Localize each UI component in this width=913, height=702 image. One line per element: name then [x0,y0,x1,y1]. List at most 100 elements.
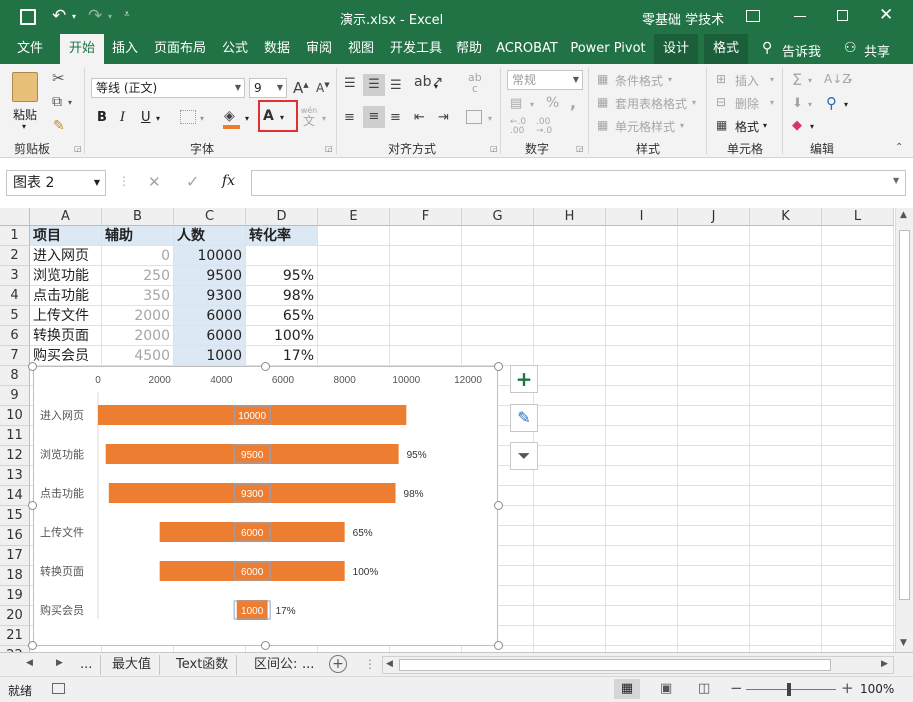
align-center-icon[interactable]: ≡ [363,106,385,128]
sheet-tab-range-formula[interactable]: 区间公: [246,655,299,675]
accounting-dropdown-icon[interactable]: ▾ [530,100,534,109]
decrease-indent-icon[interactable]: ⇤ [414,110,425,125]
vertical-scrollbar[interactable]: ▲ ▼ [895,208,913,652]
font-launcher-icon[interactable]: ◲ [325,144,333,153]
header-cell[interactable]: 辅助 [102,226,173,245]
table-cell[interactable]: 6000 [174,326,245,345]
comma-style-button[interactable]: , [570,93,576,112]
table-cell[interactable]: 100% [246,326,317,345]
row-header-4[interactable]: 4 [0,286,30,306]
clear-dropdown-icon[interactable]: ▾ [810,122,814,131]
insert-dropdown-icon[interactable]: ▾ [770,75,774,84]
fill-dropdown-icon[interactable]: ▾ [245,114,249,123]
scroll-sheets-left-icon[interactable]: ◀ [26,658,33,668]
tab-home[interactable]: 开始 [60,34,104,64]
row-header-5[interactable]: 5 [0,306,30,326]
table-cell[interactable]: 点击功能 [30,286,101,305]
row-header-21[interactable]: 21 [0,626,30,646]
format-dropdown-icon[interactable]: ▾ [763,121,767,130]
conditional-format-button[interactable]: 条件格式 [615,72,663,89]
tab-developer[interactable]: 开发工具 [384,34,448,64]
align-bottom-icon[interactable]: ☰ [390,78,402,93]
formula-input[interactable] [251,170,906,196]
table-cell[interactable]: 转换页面 [30,326,101,345]
format-cells-button[interactable]: 格式 [735,118,759,135]
font-name-combo[interactable]: 等线 (正文) ▼ [91,78,245,98]
column-header-d[interactable]: D [246,208,318,226]
copy-icon[interactable]: ⧉ [52,94,62,110]
delete-cells-button[interactable]: 删除 [735,95,759,112]
row-header-6[interactable]: 6 [0,326,30,346]
header-cell[interactable]: 人数 [174,226,245,245]
funnel-bar-chart[interactable]: 0 2000 4000 6000 8000 10000 12000 进入网页 10000 浏览功能… [33,366,498,646]
fill-icon[interactable]: ⬇ [792,96,803,111]
accounting-format-icon[interactable]: ▤ [510,96,522,111]
zoom-in-icon[interactable]: + [841,679,854,697]
tab-formulas[interactable]: 公式 [216,34,254,64]
table-cell[interactable]: 0 [102,246,173,265]
cell-styles-button[interactable]: 单元格样式 [615,118,675,135]
scroll-down-icon[interactable]: ▼ [900,638,907,648]
increase-indent-icon[interactable]: ⇥ [438,110,449,125]
paste-icon[interactable] [12,72,38,102]
align-top-icon[interactable]: ☰ [344,76,356,91]
paste-button[interactable]: 粘贴 [13,106,37,123]
tab-help[interactable]: 帮助 [452,34,486,64]
sort-dropdown-icon[interactable]: ▾ [848,76,852,85]
column-header-f[interactable]: F [390,208,462,226]
orientation-dropdown-icon[interactable]: ▾ [434,82,438,91]
fill-color-icon[interactable]: ◈ [224,108,235,124]
page-break-view-icon[interactable]: ◫ [698,681,710,696]
align-right-icon[interactable]: ≡ [390,110,401,125]
underline-button[interactable]: U [141,110,151,125]
row-header-7[interactable]: 7 [0,346,30,366]
tab-power-pivot[interactable]: Power Pivot [568,34,648,64]
table-cell[interactable]: 95% [246,266,317,285]
tab-acrobat[interactable]: ACROBAT [494,34,560,64]
italic-button[interactable]: I [120,110,125,125]
user-icon[interactable]: ⚇ [844,40,857,56]
find-dropdown-icon[interactable]: ▾ [844,100,848,109]
chart-resize-handle[interactable] [28,641,37,650]
table-cell[interactable]: 350 [102,286,173,305]
chart-filter-icon[interactable]: ⏷ [510,442,538,470]
copy-dropdown-icon[interactable]: ▾ [68,98,72,107]
scroll-up-icon[interactable]: ▲ [900,210,907,220]
tab-split-icon[interactable]: ⋮ [364,657,376,671]
insert-function-button[interactable]: fx [222,173,235,189]
font-color-button[interactable]: A [263,108,274,124]
table-cell[interactable]: 2000 [102,306,173,325]
percent-style-button[interactable]: % [546,95,559,111]
name-box[interactable]: 图表 2 ▼ [6,170,106,196]
border-dropdown-icon[interactable]: ▾ [200,114,204,123]
chart-resize-handle[interactable] [494,641,503,650]
table-cell[interactable] [246,246,317,265]
phonetic-guide-button[interactable]: wén 文 [300,104,318,127]
increase-font-icon[interactable]: A▲ [293,79,309,97]
normal-view-icon[interactable]: ▦ [614,679,640,699]
number-launcher-icon[interactable]: ◲ [576,144,584,153]
row-header-13[interactable]: 13 [0,466,30,486]
delete-dropdown-icon[interactable]: ▾ [770,98,774,107]
tab-view[interactable]: 视图 [342,34,380,64]
decrease-decimal-icon[interactable]: .00 →.0 [536,118,552,136]
increase-decimal-icon[interactable]: ←.0.00 [510,118,526,136]
customize-qat-icon[interactable]: ⩡ [124,9,130,20]
underline-dropdown-icon[interactable]: ▾ [156,114,160,123]
autosum-dropdown-icon[interactable]: ▾ [808,76,812,85]
tab-data[interactable]: 数据 [258,34,296,64]
zoom-slider-track[interactable] [746,689,836,690]
conditional-format-dropdown-icon[interactable]: ▾ [668,75,672,84]
row-header-2[interactable]: 2 [0,246,30,266]
tab-review[interactable]: 审阅 [300,34,338,64]
column-header-c[interactable]: C [174,208,246,226]
table-cell[interactable]: 进入网页 [30,246,101,265]
select-all-corner[interactable] [0,208,30,226]
wrap-text-icon[interactable]: ab c [468,72,482,94]
close-icon[interactable]: ✕ [879,5,893,25]
vertical-scroll-thumb[interactable] [899,230,910,600]
column-header-g[interactable]: G [462,208,534,226]
header-cell[interactable]: 转化率 [246,226,317,245]
row-header-12[interactable]: 12 [0,446,30,466]
row-header-3[interactable]: 3 [0,266,30,286]
